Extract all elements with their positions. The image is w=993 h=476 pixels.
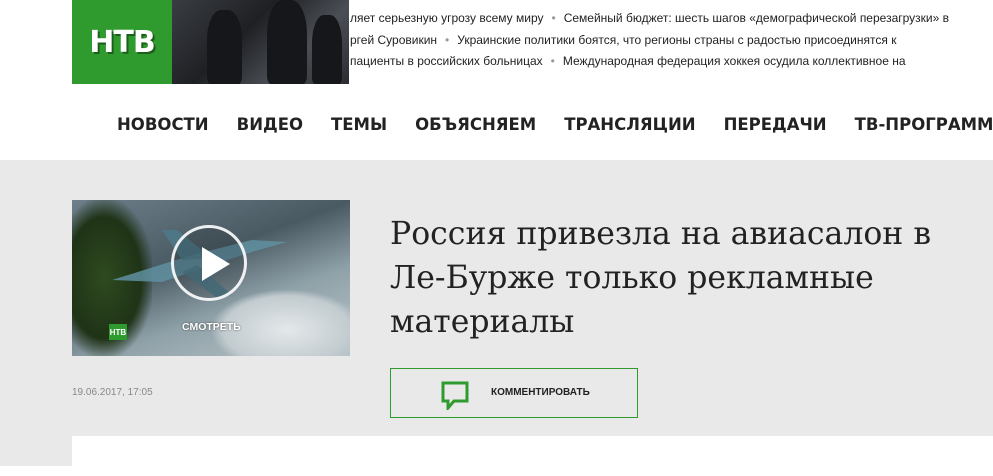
article-headline: Россия привезла на авиасалон в Ле-Бурже … bbox=[390, 216, 932, 340]
ticker-photo[interactable] bbox=[172, 0, 349, 84]
play-icon[interactable] bbox=[171, 225, 247, 301]
ntv-logo[interactable]: НТВ bbox=[72, 0, 172, 84]
photo-figure bbox=[207, 10, 242, 84]
article-body-start bbox=[72, 436, 993, 476]
video-thumbnail[interactable]: НТВ СМОТРЕТЬ bbox=[72, 200, 350, 356]
logo-text: НТВ bbox=[89, 24, 155, 60]
ticker-bullet: • bbox=[445, 33, 450, 47]
ticker-item[interactable]: Семейный бюджет: шесть шагов «демографич… bbox=[564, 11, 949, 25]
nav-item-tv-program[interactable]: ТВ-ПРОГРАММА bbox=[855, 115, 993, 134]
photo-figure bbox=[312, 15, 342, 84]
nav-item-explain[interactable]: ОБЪЯСНЯЕМ bbox=[415, 115, 536, 134]
article-header: НТВ СМОТРЕТЬ Россия привезла на авиасало… bbox=[0, 160, 993, 476]
ticker-item[interactable]: ргей Суровикин bbox=[350, 33, 437, 47]
ticker-line: ргей Суровикин • Украинские политики боятс… bbox=[350, 33, 896, 47]
main-nav: НОВОСТИ ВИДЕО ТЕМЫ ОБЪЯСНЯЕМ ТРАНСЛЯЦИИ ПЕРЕД… bbox=[117, 115, 993, 134]
ticker-item[interactable]: Международная федерация хоккея осудила к… bbox=[563, 54, 906, 68]
article-date: 19.06.2017, 17:05 bbox=[72, 387, 153, 398]
comment-button[interactable]: КОММЕНТИРОВАТЬ bbox=[390, 368, 638, 418]
watch-label[interactable]: СМОТРЕТЬ bbox=[182, 321, 241, 333]
comment-icon bbox=[441, 381, 469, 410]
nav-item-broadcasts[interactable]: ТРАНСЛЯЦИИ bbox=[564, 115, 695, 134]
nav-item-topics[interactable]: ТЕМЫ bbox=[331, 115, 387, 134]
news-ticker: ляет серьезную угрозу всему миру • Семейны… bbox=[350, 0, 993, 84]
nav-item-news[interactable]: НОВОСТИ bbox=[117, 115, 209, 134]
nav-item-video[interactable]: ВИДЕО bbox=[237, 115, 303, 134]
ticker-line: пациенты в российских больницах • Междунар… bbox=[350, 54, 906, 68]
ticker-item[interactable]: Украинские политики боятся, что регионы … bbox=[457, 33, 896, 47]
ticker-line: ляет серьезную угрозу всему миру • Семейны… bbox=[350, 11, 949, 25]
video-logo: НТВ bbox=[109, 324, 127, 340]
ticker-item[interactable]: пациенты в российских больницах bbox=[350, 54, 543, 68]
ticker-bullet: • bbox=[551, 11, 556, 25]
nav-item-shows[interactable]: ПЕРЕДАЧИ bbox=[724, 115, 827, 134]
photo-figure bbox=[267, 0, 307, 84]
ticker-bullet: • bbox=[550, 54, 555, 68]
comment-label: КОММЕНТИРОВАТЬ bbox=[491, 387, 590, 398]
ticker-item[interactable]: ляет серьезную угрозу всему миру bbox=[350, 11, 544, 25]
